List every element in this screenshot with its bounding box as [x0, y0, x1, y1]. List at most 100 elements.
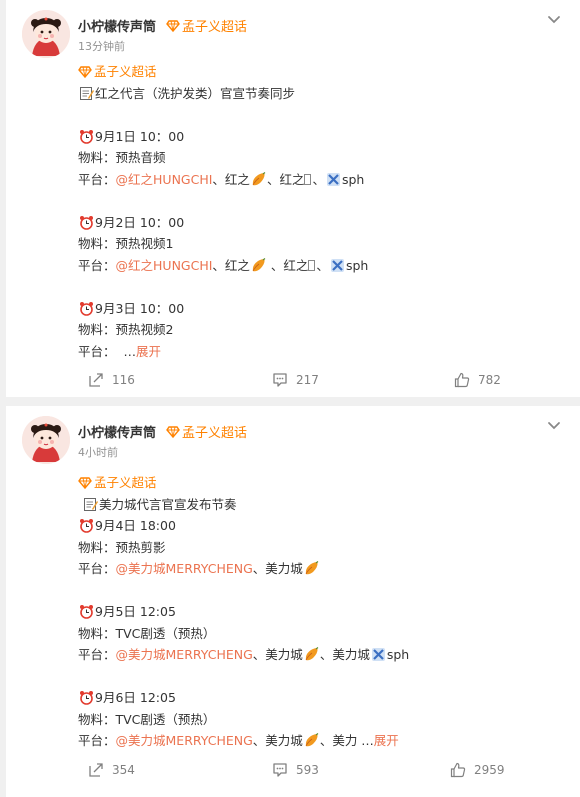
sparkle-icon — [371, 648, 385, 662]
platform-text: 、红之 — [212, 171, 250, 187]
like-button[interactable]: 2959 — [450, 762, 505, 778]
chevron-down-icon[interactable] — [546, 12, 562, 28]
sparkle-icon — [330, 258, 344, 272]
supertopic-tag-label: 孟子义超话 — [182, 20, 248, 35]
sweet-potato-icon — [305, 733, 319, 747]
schedule-time-text: 9月4日 18:00 — [95, 518, 176, 533]
avatar[interactable] — [22, 10, 70, 58]
platform-text: 、 — [316, 257, 329, 273]
alarm-clock-icon — [80, 691, 93, 706]
schedule-time: 9月2日 10：00 — [78, 212, 564, 234]
repost-icon — [89, 373, 103, 387]
platform-text: sph — [341, 171, 365, 187]
memo-icon — [84, 497, 98, 511]
like-icon — [454, 372, 470, 388]
repost-button[interactable]: 116 — [88, 372, 135, 388]
schedule-time-text: 9月3日 10：00 — [95, 300, 185, 316]
material-line: 物料：预热视频1 — [78, 236, 174, 251]
supertopic-tag-label: 孟子义超话 — [182, 426, 248, 441]
comment-icon — [273, 763, 287, 777]
platform-text: 、红之 — [212, 257, 250, 273]
missing-glyph-box — [308, 259, 316, 271]
supertopic-tag[interactable]: 孟子义超话 — [166, 422, 247, 441]
mention-link[interactable]: @美力城MERRYCHENG — [116, 730, 253, 752]
platform-text: sph — [345, 257, 369, 273]
schedule-time: 9月3日 10：00 — [78, 298, 564, 320]
sweet-potato-icon — [252, 171, 266, 185]
post-line-text: 美力城代言官宣发布节奏 — [99, 496, 237, 512]
platform-label: 平台： — [78, 647, 116, 662]
platform-line: 平台： … 展开 — [78, 341, 564, 363]
material-line: 物料：TVC剧透（预热） — [78, 625, 216, 641]
schedule-time-text: 9月5日 12:05 — [95, 604, 176, 619]
platform-text: 、美力城 — [319, 647, 370, 662]
post-line: 美力城代言官宣发布节奏 — [78, 494, 564, 516]
mention-link[interactable]: @红之HUNGCHI — [116, 255, 213, 277]
comment-button[interactable]: 593 — [272, 762, 319, 778]
repost-button[interactable]: 354 — [88, 762, 135, 778]
platform-label: 平台： … — [78, 343, 136, 359]
post-card: 小柠檬传声筒 孟子义超话 13分钟前 孟子义超话 红之代言（洗护发类）官宣节奏同… — [6, 0, 580, 397]
post-body: 孟子义超话 美力城代言官宣发布节奏 9月4日 18:00 物料：预热剪影 平台：… — [78, 472, 564, 752]
post-actions: 354 593 2959 — [6, 762, 580, 786]
post-time[interactable]: 13分钟前 — [78, 38, 125, 54]
post-line-text: 红之代言（洗护发类）官宣节奏同步 — [95, 85, 296, 101]
platform-line: 平台： @红之HUNGCHI 、红之 、红之 、 sph — [78, 255, 564, 277]
sparkle-icon — [326, 172, 340, 186]
supertopic-tag[interactable]: 孟子义超话 — [166, 16, 247, 35]
platform-text: 、美力城 — [252, 561, 303, 576]
platform-text: sph — [386, 647, 410, 662]
schedule-time: 9月6日 12:05 — [78, 687, 564, 709]
material-line: 物料：TVC剧透（预热） — [78, 711, 216, 727]
post-line: 红之代言（洗护发类）官宣节奏同步 — [78, 83, 564, 105]
weibo-feed: 小柠檬传声筒 孟子义超话 13分钟前 孟子义超话 红之代言（洗护发类）官宣节奏同… — [0, 0, 580, 797]
alarm-clock-icon — [80, 301, 93, 316]
post-header: 小柠檬传声筒 孟子义超话 13分钟前 — [22, 10, 562, 60]
material-line: 物料：预热视频2 — [78, 322, 174, 337]
alarm-clock-icon — [80, 605, 93, 620]
platform-label: 平台： — [78, 733, 116, 748]
author-name[interactable]: 小柠檬传声筒 — [78, 16, 156, 35]
diamond-icon — [166, 19, 180, 32]
comment-icon — [273, 373, 287, 387]
memo-icon — [80, 86, 94, 100]
schedule-time-text: 9月2日 10：00 — [95, 214, 185, 230]
repost-icon — [89, 763, 103, 777]
diamond-icon — [78, 477, 92, 489]
post-card: 小柠檬传声筒 孟子义超话 4小时前 孟子义超话 美力城代言官宣发布节奏 9月4日… — [6, 406, 580, 797]
post-actions: 116 217 782 — [6, 372, 580, 396]
supertopic-link-label: 孟子义超话 — [94, 64, 157, 79]
like-count: 2959 — [474, 763, 505, 777]
supertopic-link[interactable]: 孟子义超话 — [78, 472, 564, 494]
schedule-time: 9月5日 12:05 — [78, 601, 564, 623]
mention-link[interactable]: @美力城MERRYCHENG — [116, 558, 253, 580]
like-button[interactable]: 782 — [454, 372, 501, 388]
like-count: 782 — [478, 373, 501, 387]
schedule-time: 9月4日 18:00 — [78, 515, 564, 537]
supertopic-link-label: 孟子义超话 — [94, 475, 157, 490]
sweet-potato-icon — [305, 647, 319, 661]
sweet-potato-icon — [305, 561, 319, 575]
chevron-down-icon[interactable] — [546, 418, 562, 434]
platform-line: 平台： @美力城MERRYCHENG 、美力城 、美力城 sph — [78, 644, 564, 666]
supertopic-link[interactable]: 孟子义超话 — [78, 61, 564, 83]
comment-count: 593 — [296, 763, 319, 777]
platform-line: 平台： @美力城MERRYCHENG 、美力城 、美力 … 展开 — [78, 730, 564, 752]
repost-count: 116 — [112, 373, 135, 387]
avatar[interactable] — [22, 416, 70, 464]
comment-button[interactable]: 217 — [272, 372, 319, 388]
platform-label: 平台： — [78, 171, 116, 187]
platform-text: 、美力城 — [252, 647, 303, 662]
alarm-clock-icon — [80, 215, 93, 230]
platform-label: 平台： — [78, 561, 116, 576]
schedule-time: 9月1日 10：00 — [78, 126, 564, 148]
mention-link[interactable]: @美力城MERRYCHENG — [116, 644, 253, 666]
post-time[interactable]: 4小时前 — [78, 444, 118, 460]
mention-link[interactable]: @红之HUNGCHI — [116, 169, 213, 191]
author-name[interactable]: 小柠檬传声筒 — [78, 422, 156, 441]
material-line: 物料：预热音频 — [78, 150, 166, 165]
expand-link[interactable]: 展开 — [374, 730, 399, 752]
expand-link[interactable]: 展开 — [136, 341, 161, 363]
like-icon — [450, 762, 466, 778]
post-header: 小柠檬传声筒 孟子义超话 4小时前 — [22, 416, 562, 466]
